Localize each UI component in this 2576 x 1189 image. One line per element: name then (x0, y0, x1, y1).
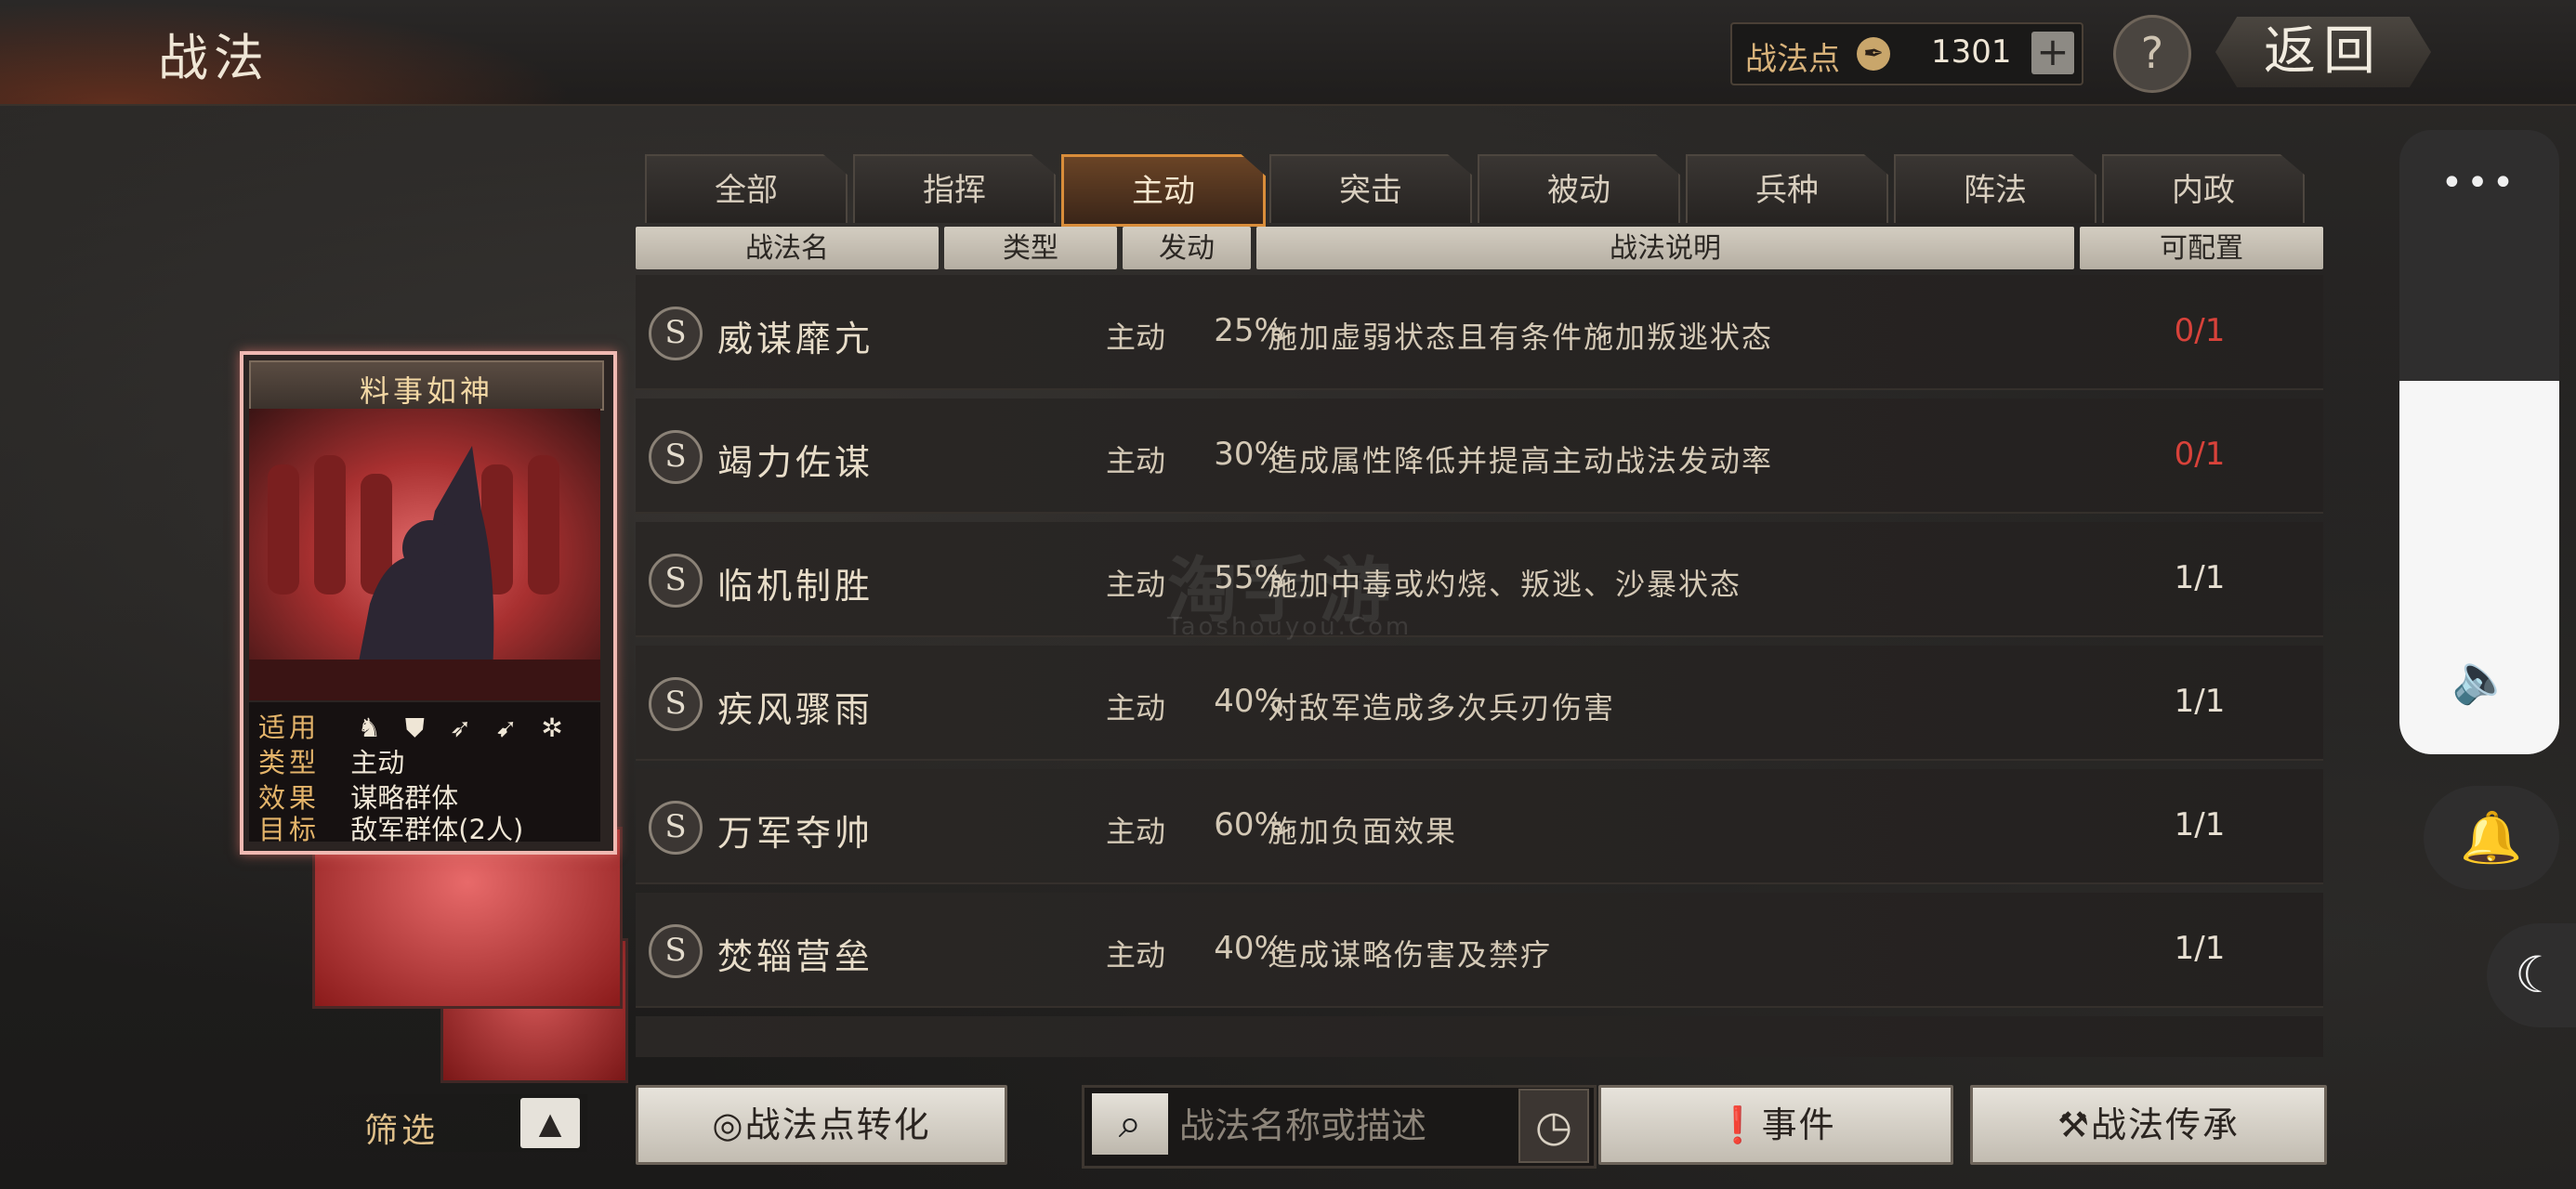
card-type-label: 类型 (258, 747, 321, 778)
table-row[interactable]: S 万军夺帅 主动 60% 施加负面效果 1/1 (636, 769, 2323, 884)
tactic-name: 威谋靡亢 (717, 319, 874, 359)
card-type-value: 主动 (350, 747, 405, 778)
filter-control[interactable]: 筛选 ▲ (290, 1094, 587, 1152)
feather-coin-icon: ✒ (1857, 37, 1890, 71)
table-row-partial[interactable] (636, 1016, 2323, 1057)
table-row[interactable]: S 疾风骤雨 主动 40% 对敌军造成多次兵刃伤害 1/1 (636, 646, 2323, 761)
history-clock-icon[interactable]: ◷ (1518, 1089, 1589, 1163)
tactic-availability: 1/1 (2174, 559, 2226, 596)
tactic-description: 造成谋略伤害及禁疗 (1268, 937, 1553, 973)
tab-internal-affairs[interactable]: 内政 (2102, 154, 2305, 223)
tab-command[interactable]: 指挥 (853, 154, 1056, 223)
table-row[interactable]: S 焚辎营垒 主动 40% 造成谋略伤害及禁疗 1/1 (636, 893, 2323, 1008)
column-header-description: 战法说明 (1256, 227, 2074, 269)
table-row[interactable]: S 竭力佐谋 主动 30% 造成属性降低并提高主动战法发动率 0/1 (636, 399, 2323, 514)
bow-icon: ➶ (449, 712, 472, 743)
add-points-button[interactable]: + (2031, 32, 2074, 74)
volume-slider[interactable]: 🔈 (2399, 381, 2559, 754)
tactic-availability: 1/1 (2174, 806, 2226, 843)
tactic-name: 疾风骤雨 (717, 689, 874, 730)
filter-toggle-up-icon[interactable]: ▲ (520, 1098, 580, 1148)
filter-label: 筛选 (364, 1112, 440, 1150)
tab-formation[interactable]: 阵法 (1894, 154, 2096, 223)
tactic-availability: 0/1 (2174, 312, 2226, 349)
tactic-points-value: 1301 (1931, 33, 2012, 71)
table-row[interactable]: S 威谋靡亢 主动 25% 施加虚弱状态且有条件施加叛逃状态 0/1 (636, 275, 2323, 390)
column-header-available[interactable]: 可配置 (2080, 227, 2323, 269)
event-button[interactable]: ❗事件 (1598, 1085, 1953, 1165)
notification-bell-icon[interactable]: 🔔 (2424, 786, 2559, 890)
tab-active[interactable]: 主动 (1061, 154, 1266, 227)
tactic-name: 万军夺帅 (717, 813, 874, 854)
grade-s-icon: S (649, 924, 703, 978)
table-header: 战法名 类型 发动 战法说明 可配置 (636, 227, 2323, 271)
tab-troop-type[interactable]: 兵种 (1686, 154, 1888, 223)
top-bar: 战法 战法点 ✒ 1301 + ? 返回 (0, 0, 2576, 106)
volume-icon: 🔈 (2451, 651, 2512, 707)
watermark-url: Taoshouyou.Com (1167, 613, 1413, 641)
title-glow (0, 0, 576, 104)
search-input[interactable] (1177, 1097, 1571, 1155)
hammer-icon: ⚒ (2057, 1104, 2092, 1145)
search-icon[interactable]: ⌕ (1092, 1093, 1168, 1155)
grade-s-icon: S (649, 430, 703, 484)
grade-s-icon: S (649, 554, 703, 608)
cavalry-icon: ♞ (357, 712, 381, 743)
category-tabs: 全部 指挥 主动 突击 被动 兵种 阵法 内政 (645, 154, 2308, 227)
tab-assault[interactable]: 突击 (1269, 154, 1472, 223)
card-type-row: 类型 主动 (258, 741, 405, 778)
system-side-panel: ••• 🔈 (2399, 130, 2559, 754)
spear-icon: ➹ (495, 712, 518, 743)
tactic-description: 对敌军造成多次兵刃伤害 (1268, 690, 1616, 725)
card-target-label: 目标 (258, 814, 321, 845)
table-row[interactable]: S 临机制胜 主动 55% 施加中毒或灼烧、叛逃、沙暴状态 1/1 (636, 522, 2323, 637)
event-icon: ❗ (1715, 1104, 1762, 1145)
card-effect-row: 效果 谋略群体 (258, 777, 458, 814)
card-info-panel: 适用 ♞ ⛊ ➶ ➹ ✲ 类型 主动 效果 谋略群体 目标 敌军群体(2人) (249, 702, 600, 845)
card-apply-row: 适用 ♞ ⛊ ➶ ➹ ✲ (258, 706, 571, 743)
grade-s-icon: S (649, 801, 703, 855)
event-label: 事件 (1761, 1104, 1836, 1145)
card-target-row: 目标 敌军群体(2人) (258, 808, 524, 845)
column-header-rate[interactable]: 发动 (1123, 227, 1251, 269)
grade-s-icon: S (649, 677, 703, 731)
tactic-points-label: 战法点 (1745, 41, 1840, 78)
card-title-bar: 料事如神 (249, 360, 604, 411)
tactic-name: 焚辎营垒 (717, 936, 874, 977)
card-title: 料事如神 (359, 373, 493, 409)
card-art-illustration (249, 446, 600, 700)
card-apply-label: 适用 (258, 712, 321, 743)
inherit-tactic-button[interactable]: ⚒战法传承 (1970, 1085, 2327, 1165)
column-header-name[interactable]: 战法名 (636, 227, 939, 269)
help-button[interactable]: ? (2113, 15, 2191, 93)
tactic-points-display: 战法点 ✒ 1301 + (1730, 22, 2083, 85)
inherit-label: 战法传承 (2091, 1104, 2241, 1145)
tactic-list[interactable]: S 威谋靡亢 主动 25% 施加虚弱状态且有条件施加叛逃状态 0/1 S 竭力佐… (636, 275, 2323, 1057)
tactic-availability: 1/1 (2174, 930, 2226, 967)
convert-points-button[interactable]: ◎战法点转化 (636, 1085, 1007, 1165)
convert-label: 战法点转化 (744, 1104, 931, 1145)
card-artwork (249, 409, 600, 700)
tactic-card-preview[interactable]: 料事如神 适用 ♞ ⛊ ➶ ➹ ✲ 类型 主动 效果 谋略群体 目标 敌军群体(… (240, 351, 617, 855)
siege-icon: ✲ (541, 712, 563, 743)
back-button[interactable]: 返回 (2215, 17, 2431, 87)
tactic-description: 施加负面效果 (1268, 814, 1458, 849)
tactic-availability: 0/1 (2174, 436, 2226, 473)
tactic-name: 竭力佐谋 (717, 442, 874, 483)
convert-icon: ◎ (712, 1104, 745, 1145)
shield-icon: ⛊ (404, 712, 425, 743)
column-header-type[interactable]: 类型 (944, 227, 1117, 269)
page-title: 战法 (158, 29, 269, 87)
tab-all[interactable]: 全部 (645, 154, 848, 223)
tab-passive[interactable]: 被动 (1478, 154, 1680, 223)
tactic-availability: 1/1 (2174, 683, 2226, 720)
tactic-description: 造成属性降低并提高主动战法发动率 (1268, 443, 1774, 478)
tactic-description: 施加虚弱状态且有条件施加叛逃状态 (1268, 320, 1774, 355)
grade-s-icon: S (649, 307, 703, 360)
tactic-name: 临机制胜 (717, 566, 874, 607)
troop-icons: ♞ ⛊ ➶ ➹ ✲ (350, 712, 571, 744)
more-options-icon[interactable]: ••• (2399, 162, 2559, 204)
card-target-value: 敌军群体(2人) (350, 814, 524, 845)
